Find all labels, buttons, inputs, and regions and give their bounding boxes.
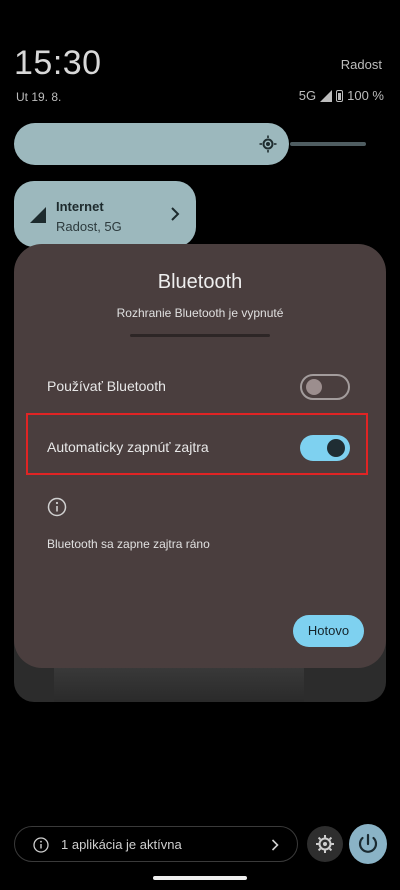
info-icon bbox=[33, 837, 49, 853]
use-bluetooth-toggle[interactable] bbox=[300, 374, 350, 400]
date: Ut 19. 8. bbox=[16, 90, 62, 104]
navigation-handle[interactable] bbox=[153, 876, 247, 880]
internet-tile-title: Internet bbox=[56, 199, 104, 214]
brightness-track[interactable] bbox=[290, 142, 366, 146]
internet-tile[interactable]: Internet Radost, 5G bbox=[14, 181, 196, 247]
dialog-title: Bluetooth bbox=[157, 271, 243, 293]
toggle-knob bbox=[306, 379, 322, 395]
network-type: 5G bbox=[298, 88, 317, 103]
info-text: Bluetooth sa zapne zajtra ráno bbox=[47, 537, 210, 551]
bluetooth-dialog: Bluetooth Rozhranie Bluetooth je vypnuté… bbox=[14, 244, 386, 668]
toggle-knob bbox=[327, 439, 345, 457]
auto-enable-tomorrow-label: Automaticky zapnúť zajtra bbox=[47, 439, 209, 455]
active-apps-text: 1 aplikácia je aktívna bbox=[61, 837, 182, 852]
clock: 15:30 bbox=[14, 44, 102, 82]
battery-icon bbox=[336, 89, 344, 102]
internet-tile-subtitle: Radost, 5G bbox=[56, 219, 122, 234]
brightness-icon bbox=[259, 135, 277, 153]
chevron-right-icon bbox=[271, 839, 279, 851]
power-icon bbox=[358, 833, 378, 853]
done-button[interactable]: Hotovo bbox=[293, 615, 364, 647]
battery-percent: 100 % bbox=[347, 88, 384, 103]
auto-enable-tomorrow-toggle[interactable] bbox=[300, 435, 350, 461]
status-indicators: 5G 100 % bbox=[299, 88, 384, 103]
carrier-name: Radost bbox=[340, 57, 382, 72]
use-bluetooth-label: Používať Bluetooth bbox=[47, 378, 166, 394]
signal-icon bbox=[320, 89, 333, 102]
signal-icon bbox=[30, 207, 46, 223]
dialog-subtitle: Rozhranie Bluetooth je vypnuté bbox=[116, 306, 284, 320]
brightness-slider[interactable] bbox=[14, 123, 289, 165]
settings-button[interactable] bbox=[307, 826, 343, 862]
active-apps-chip[interactable]: 1 aplikácia je aktívna bbox=[14, 826, 298, 862]
device-list-divider bbox=[130, 334, 270, 337]
chevron-right-icon bbox=[171, 207, 180, 221]
gear-icon bbox=[316, 835, 334, 853]
info-icon bbox=[47, 497, 67, 517]
power-button[interactable] bbox=[349, 824, 387, 864]
